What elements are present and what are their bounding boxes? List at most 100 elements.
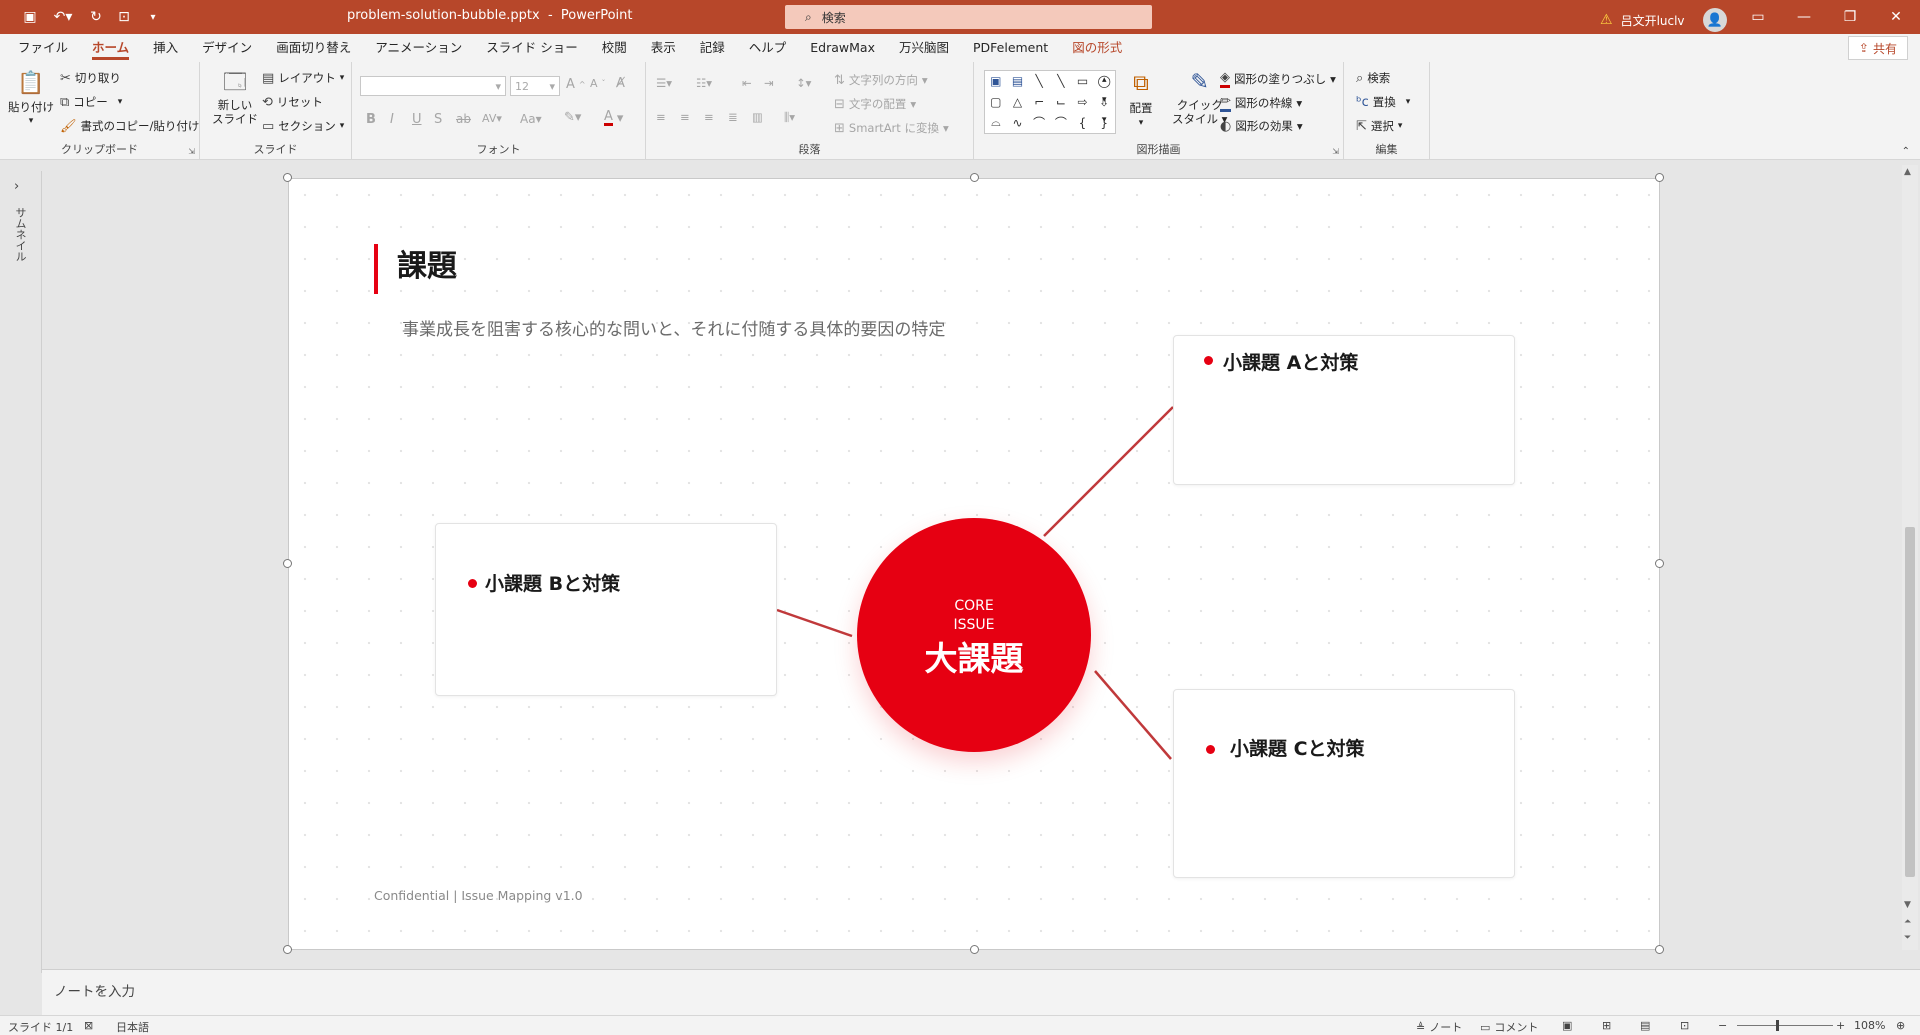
- language-indicator[interactable]: 日本語: [116, 1019, 149, 1035]
- arrange-button[interactable]: ⧉ 配置 ▾: [1126, 68, 1156, 129]
- user-area[interactable]: ⚠ 吕文开luclv 👤: [1600, 8, 1727, 32]
- underline-icon[interactable]: U: [412, 112, 422, 127]
- italic-icon[interactable]: I: [390, 112, 394, 127]
- align-text-button[interactable]: ⊟ 文字の配置 ▾: [834, 96, 916, 112]
- shapes-gallery[interactable]: ▣ ▤ ╲ ╲ ▭ ◯ ▢ △ ⌐ ⌙ ⇨ ⇩ ⌓ ∿ ⌒ ⌒ { }: [984, 70, 1116, 134]
- tab-shape-format[interactable]: 図の形式: [1060, 34, 1134, 62]
- bold-icon[interactable]: B: [366, 112, 376, 127]
- fit-to-window-icon[interactable]: ⊕: [1896, 1019, 1905, 1032]
- align-right-icon[interactable]: ≡: [704, 110, 714, 124]
- issue-card-a[interactable]: 小課題 Aと対策: [1173, 335, 1515, 485]
- decrease-indent-icon[interactable]: ⇤: [742, 76, 752, 90]
- arc-icon[interactable]: ⌒: [1055, 114, 1067, 131]
- connector-icon[interactable]: ⌙: [1056, 95, 1066, 109]
- justify-icon[interactable]: ≣: [728, 110, 738, 124]
- slide-sorter-icon[interactable]: ⊞: [1602, 1019, 1611, 1032]
- strikethrough-icon[interactable]: ab: [456, 112, 471, 126]
- scroll-down-icon[interactable]: ▼: [1904, 900, 1911, 910]
- next-slide-icon[interactable]: ⏷: [1904, 933, 1911, 943]
- increase-indent-icon[interactable]: ⇥: [764, 76, 774, 90]
- issue-card-c[interactable]: 小課題 Cと対策: [1173, 689, 1515, 878]
- line-icon[interactable]: ╲: [1036, 74, 1043, 88]
- font-size-combo[interactable]: 12 ▾: [510, 76, 560, 96]
- shadow-icon[interactable]: S: [434, 112, 442, 127]
- rectangle-icon[interactable]: ▭: [1077, 74, 1088, 88]
- rounded-rectangle-icon[interactable]: ▢: [990, 95, 1001, 109]
- undo-icon[interactable]: ↶▾: [50, 7, 76, 27]
- share-button[interactable]: ⇪ 共有: [1847, 36, 1908, 60]
- shape-effects-button[interactable]: ◐ 図形の効果 ▾: [1220, 118, 1303, 134]
- present-icon[interactable]: ⊡: [114, 7, 134, 27]
- tab-insert[interactable]: 挿入: [141, 34, 190, 62]
- prev-slide-icon[interactable]: ⏶: [1904, 917, 1911, 927]
- selection-handle[interactable]: [1655, 173, 1664, 182]
- accessibility-icon[interactable]: ⊠: [84, 1019, 93, 1032]
- select-button[interactable]: ⇱ 選択 ▾: [1356, 118, 1402, 134]
- columns-icon[interactable]: ⫼▾: [784, 110, 795, 125]
- core-issue-circle[interactable]: CORE ISSUE 大課題: [857, 518, 1091, 752]
- issue-card-b[interactable]: 小課題 Bと対策: [435, 523, 777, 696]
- dialog-launcher-icon[interactable]: ⇲: [1332, 147, 1339, 156]
- redo-icon[interactable]: ↻: [86, 7, 106, 27]
- restore-icon[interactable]: ❐: [1828, 4, 1872, 30]
- selection-handle[interactable]: [283, 173, 292, 182]
- reading-view-icon[interactable]: ▤: [1640, 1019, 1650, 1032]
- change-case-icon[interactable]: Aa▾: [520, 112, 542, 126]
- connector-icon[interactable]: ⌐: [1034, 95, 1044, 109]
- selection-handle[interactable]: [970, 945, 979, 954]
- shape-outline-button[interactable]: ✏ 図形の枠線 ▾: [1220, 94, 1302, 112]
- align-center-icon[interactable]: ≡: [680, 110, 690, 124]
- zoom-in-icon[interactable]: +: [1836, 1019, 1845, 1032]
- vertical-scrollbar[interactable]: ▲ ▼ ⏶ ⏷: [1902, 165, 1918, 950]
- distributed-icon[interactable]: ▥: [752, 110, 763, 124]
- tab-home[interactable]: ホーム: [80, 34, 141, 62]
- brace-left-icon[interactable]: {: [1079, 116, 1087, 130]
- zoom-slider[interactable]: [1737, 1025, 1833, 1026]
- char-spacing-icon[interactable]: AV▾: [482, 112, 502, 125]
- smartart-button[interactable]: ⊞ SmartArt に変換 ▾: [834, 120, 949, 136]
- slideshow-icon[interactable]: ⊡: [1680, 1019, 1689, 1032]
- selection-handle[interactable]: [283, 559, 292, 568]
- tab-file[interactable]: ファイル: [6, 34, 80, 62]
- notes-button[interactable]: ≜ ノート: [1416, 1019, 1462, 1035]
- shrink-font-icon[interactable]: Aˇ: [590, 77, 606, 90]
- expand-icon[interactable]: ›: [14, 179, 19, 194]
- slide-subtitle[interactable]: 事業成長を阻害する核心的な問いと、それに付随する具体的要因の特定: [402, 315, 945, 340]
- replace-button[interactable]: ᵇc 置換 ▾: [1356, 94, 1410, 110]
- customize-qat-icon[interactable]: ▾: [146, 7, 160, 27]
- selection-handle[interactable]: [970, 173, 979, 182]
- notes-pane[interactable]: ノートを入力: [42, 969, 1920, 1015]
- tab-transitions[interactable]: 画面切り替え: [264, 34, 363, 62]
- font-name-combo[interactable]: ▾: [360, 76, 506, 96]
- slide-footer[interactable]: Confidential | Issue Mapping v1.0: [374, 888, 583, 903]
- slide-canvas[interactable]: 課題 事業成長を阻害する核心的な問いと、それに付随する具体的要因の特定 小課題 …: [288, 178, 1660, 950]
- grow-font-icon[interactable]: A ^: [566, 77, 586, 92]
- vertical-textbox-icon[interactable]: ▤: [1012, 74, 1023, 88]
- search-box[interactable]: ⌕ 検索: [785, 5, 1152, 29]
- align-left-icon[interactable]: ≡: [656, 110, 666, 124]
- tab-slideshow[interactable]: スライド ショー: [474, 34, 589, 62]
- tab-animations[interactable]: アニメーション: [363, 34, 474, 62]
- paste-button[interactable]: 📋 貼り付け ▾: [8, 68, 54, 127]
- layout-button[interactable]: ▤ レイアウト ▾: [262, 70, 344, 86]
- dialog-launcher-icon[interactable]: ⇲: [188, 147, 195, 156]
- slide-title[interactable]: 課題: [397, 241, 457, 285]
- numbering-icon[interactable]: ☷▾: [696, 76, 712, 90]
- arc-icon[interactable]: ⌒: [1033, 114, 1045, 131]
- zoom-out-icon[interactable]: −: [1718, 1019, 1727, 1032]
- scroll-thumb[interactable]: [1905, 527, 1915, 877]
- tab-record[interactable]: 記録: [688, 34, 737, 62]
- shape-fill-button[interactable]: ◈ 図形の塗りつぶし ▾: [1220, 70, 1336, 88]
- line-spacing-icon[interactable]: ↕▾: [796, 76, 811, 90]
- minimize-icon[interactable]: —: [1782, 4, 1826, 30]
- curve-icon[interactable]: ∿: [1012, 116, 1022, 130]
- collapse-ribbon-icon[interactable]: ⌃: [1902, 146, 1910, 157]
- ribbon-display-icon[interactable]: ▭: [1736, 4, 1780, 30]
- freeform-icon[interactable]: ⌓: [991, 115, 1001, 130]
- font-color-icon[interactable]: A ▾: [604, 110, 623, 126]
- text-direction-button[interactable]: ⇅ 文字列の方向 ▾: [834, 72, 928, 88]
- normal-view-icon[interactable]: ▣: [1562, 1019, 1572, 1032]
- selection-handle[interactable]: [1655, 945, 1664, 954]
- tab-pdfelement[interactable]: PDFelement: [961, 34, 1060, 62]
- selection-handle[interactable]: [1655, 559, 1664, 568]
